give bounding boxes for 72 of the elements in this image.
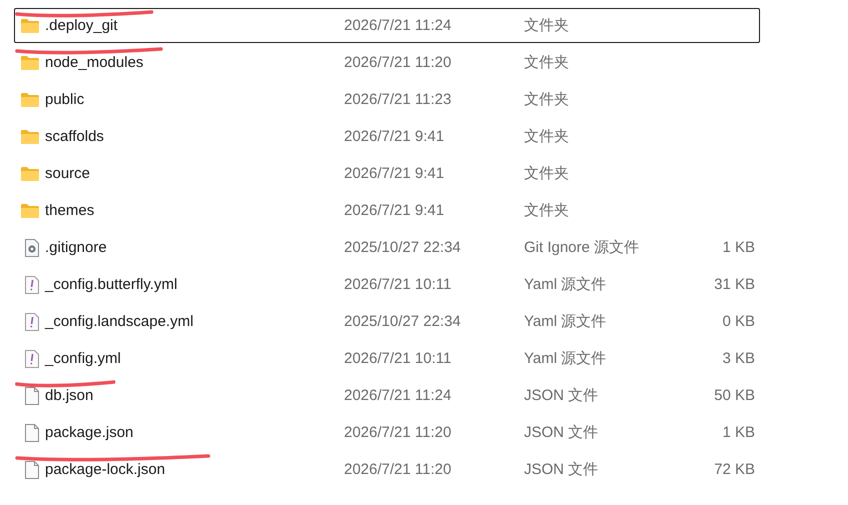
file-type: JSON 文件 <box>524 386 600 405</box>
modified-date: 2026/7/21 11:20 <box>344 461 452 478</box>
file-type: 文件夹 <box>524 127 570 146</box>
file-row[interactable]: public 2026/7/21 11:23 文件夹 <box>14 82 760 117</box>
file-name: _config.landscape.yml <box>45 313 194 330</box>
file-type: 文件夹 <box>524 53 570 72</box>
folder-icon <box>21 166 39 180</box>
file-type: 文件夹 <box>524 16 570 35</box>
modified-date: 2026/7/21 11:24 <box>344 387 452 404</box>
modified-date: 2025/10/27 22:34 <box>344 239 462 256</box>
file-row[interactable]: source 2026/7/21 9:41 文件夹 <box>14 156 760 191</box>
file-type: Yaml 源文件 <box>524 275 608 294</box>
file-row[interactable]: scaffolds 2026/7/21 9:41 文件夹 <box>14 119 760 154</box>
file-row[interactable]: package-lock.json 2026/7/21 11:20 JSON 文件 72 KB <box>14 452 760 487</box>
folder-icon <box>21 92 39 106</box>
file-name: db.json <box>45 387 94 404</box>
file-name: .gitignore <box>45 239 108 256</box>
file-row[interactable]: .deploy_git 2026/7/21 11:24 文件夹 <box>14 8 760 43</box>
file-size: 0 KB <box>722 313 755 330</box>
file-size: 72 KB <box>714 461 755 478</box>
file-type: 文件夹 <box>524 164 570 183</box>
file-name: package-lock.json <box>45 461 166 478</box>
folder-icon <box>21 56 39 70</box>
modified-date: 2026/7/21 11:20 <box>344 424 452 441</box>
settings-file-icon <box>25 238 39 256</box>
file-type: Git Ignore 源文件 <box>524 238 640 257</box>
file-name: scaffolds <box>45 128 105 145</box>
folder-icon <box>21 130 39 144</box>
modified-date: 2026/7/21 10:11 <box>344 350 452 367</box>
file-type: Yaml 源文件 <box>524 312 608 331</box>
file-type: Yaml 源文件 <box>524 349 608 368</box>
folder-icon <box>21 18 39 32</box>
modified-date: 2026/7/21 11:23 <box>344 91 452 108</box>
file-icon <box>25 460 39 478</box>
file-name: _config.butterfly.yml <box>45 276 178 293</box>
file-type: JSON 文件 <box>524 423 600 442</box>
file-row[interactable]: db.json 2026/7/21 11:24 JSON 文件 50 KB <box>14 378 760 413</box>
file-row[interactable]: _config.butterfly.yml 2026/7/21 10:11 Yaml 源文件 31 KB <box>14 267 760 302</box>
file-name: public <box>45 91 86 108</box>
file-row[interactable]: package.json 2026/7/21 11:20 JSON 文件 1 KB <box>14 415 760 450</box>
modified-date: 2026/7/21 9:41 <box>344 202 446 219</box>
file-name: .deploy_git <box>45 17 119 34</box>
file-row[interactable]: themes 2026/7/21 9:41 文件夹 <box>14 193 760 228</box>
file-name: themes <box>45 202 96 219</box>
file-type: 文件夹 <box>524 90 570 109</box>
modified-date: 2026/7/21 9:41 <box>344 128 446 145</box>
modified-date: 2026/7/21 11:20 <box>344 54 452 71</box>
file-name: source <box>45 165 92 182</box>
file-icon <box>25 424 39 442</box>
folder-icon <box>21 204 39 218</box>
file-row[interactable]: _config.yml 2026/7/21 10:11 Yaml 源文件 3 KB <box>14 341 760 376</box>
file-row[interactable]: node_modules 2026/7/21 11:20 文件夹 <box>14 45 760 80</box>
file-size: 1 KB <box>722 239 755 256</box>
file-size: 31 KB <box>714 276 755 293</box>
file-row[interactable]: _config.landscape.yml 2025/10/27 22:34 Yaml 源文件 0 KB <box>14 304 760 339</box>
file-icon <box>25 386 39 404</box>
yaml-file-icon <box>25 312 39 330</box>
file-name: node_modules <box>45 54 144 71</box>
modified-date: 2026/7/21 11:24 <box>344 17 452 34</box>
yaml-file-icon <box>25 350 39 368</box>
file-size: 50 KB <box>714 387 755 404</box>
yaml-file-icon <box>25 276 39 294</box>
file-name: _config.yml <box>45 350 122 367</box>
file-type: JSON 文件 <box>524 460 600 479</box>
modified-date: 2026/7/21 9:41 <box>344 165 446 182</box>
file-size: 3 KB <box>722 350 755 367</box>
file-row[interactable]: .gitignore 2025/10/27 22:34 Git Ignore 源文件 1 KB <box>14 230 760 265</box>
modified-date: 2026/7/21 10:11 <box>344 276 452 293</box>
file-name: package.json <box>45 424 134 441</box>
modified-date: 2025/10/27 22:34 <box>344 313 462 330</box>
file-size: 1 KB <box>722 424 755 441</box>
file-type: 文件夹 <box>524 201 570 220</box>
